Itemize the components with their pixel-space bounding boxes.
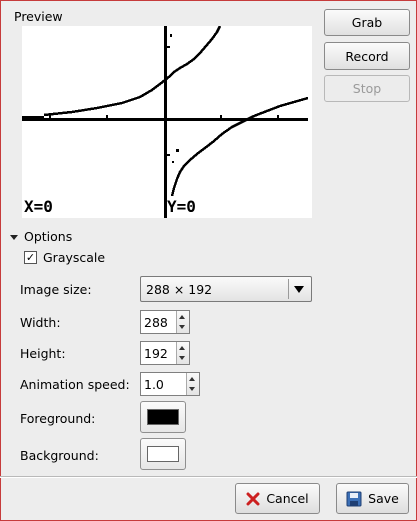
y-coordinate-readout: Y=0	[167, 197, 196, 216]
height-value: 192	[144, 346, 168, 361]
animation-speed-spinbox[interactable]: 1.0	[140, 372, 200, 396]
curve-left-branch	[43, 26, 222, 117]
width-stepper[interactable]	[176, 311, 189, 333]
divider-highlight	[0, 477, 417, 478]
grayscale-checkbox-row[interactable]: ✓ Grayscale	[24, 250, 105, 265]
animation-speed-stepper[interactable]	[186, 373, 199, 395]
height-spinbox[interactable]: 192	[140, 341, 190, 365]
width-spinbox[interactable]: 288	[140, 310, 190, 334]
spin-down-icon	[179, 356, 185, 360]
spin-up-icon	[179, 346, 185, 350]
spin-down-icon	[179, 325, 185, 329]
image-size-select[interactable]: 288 × 192	[140, 276, 312, 302]
spin-up-icon	[179, 315, 185, 319]
preview-title: Preview	[14, 9, 63, 24]
grab-button[interactable]: Grab	[324, 9, 410, 36]
image-size-value: 288 × 192	[146, 281, 213, 297]
preview-screen: X=0 Y=0	[22, 26, 312, 218]
grayscale-label: Grayscale	[43, 250, 106, 265]
record-button[interactable]: Record	[324, 42, 410, 70]
cancel-icon	[246, 492, 260, 505]
width-value: 288	[144, 315, 168, 330]
stop-button-label: Stop	[352, 81, 382, 96]
spin-down-icon	[189, 387, 195, 391]
graph-plot	[22, 26, 309, 218]
save-button[interactable]: Save	[336, 483, 409, 514]
foreground-color-button[interactable]	[140, 401, 186, 433]
background-label: Background:	[20, 448, 99, 463]
stop-button[interactable]: Stop	[324, 75, 410, 102]
record-button-label: Record	[345, 48, 389, 64]
cancel-button[interactable]: Cancel	[235, 483, 320, 514]
save-button-label: Save	[368, 491, 399, 506]
animation-speed-value: 1.0	[144, 377, 164, 392]
options-expander[interactable]: Options	[10, 229, 72, 244]
cancel-button-label: Cancel	[266, 491, 309, 506]
background-swatch	[147, 446, 179, 462]
foreground-swatch	[147, 409, 179, 425]
grab-button-label: Grab	[351, 15, 383, 30]
curve-right-branch	[170, 96, 309, 197]
foreground-label: Foreground:	[20, 411, 96, 426]
image-size-label: Image size:	[20, 282, 92, 297]
y-axis	[164, 26, 167, 218]
background-color-button[interactable]	[140, 438, 186, 470]
floppy-disk-icon	[346, 491, 362, 506]
expander-arrow-icon	[10, 234, 18, 240]
animation-speed-label: Animation speed:	[20, 377, 130, 392]
grayscale-checkbox[interactable]: ✓	[24, 251, 37, 264]
options-header-label: Options	[24, 229, 73, 244]
spin-up-icon	[189, 377, 195, 381]
width-label: Width:	[20, 315, 61, 330]
height-stepper[interactable]	[176, 342, 189, 364]
dropdown-arrow-icon	[288, 279, 309, 299]
x-coordinate-readout: X=0	[24, 197, 53, 216]
height-label: Height:	[20, 346, 66, 361]
